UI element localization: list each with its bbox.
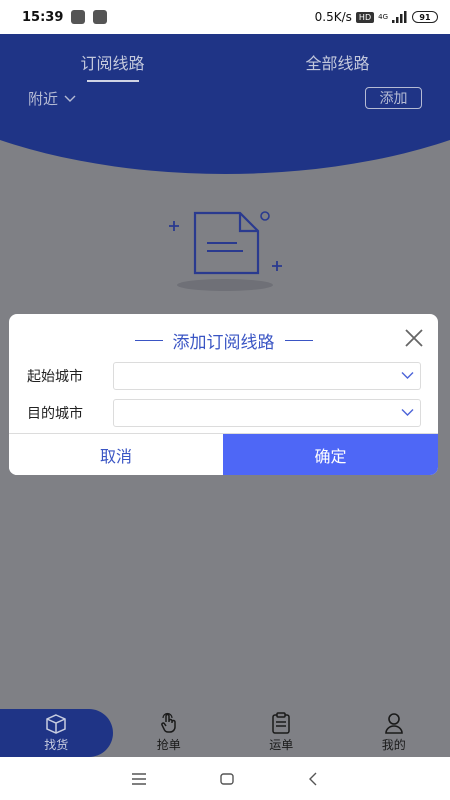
nearby-filter[interactable]: 附近 <box>28 88 76 109</box>
nav-item-find-cargo[interactable]: 找货 <box>0 709 113 757</box>
nav-label: 抢单 <box>156 738 181 752</box>
status-time: 15:39 <box>22 9 64 25</box>
box-icon <box>46 714 66 734</box>
nav-item-mine[interactable]: 我的 <box>338 709 450 757</box>
start-city-label: 起始城市 <box>27 369 83 385</box>
network-type: 4G <box>378 12 388 21</box>
status-bar: 15:39 0.5K/s HD 4G 91 <box>0 0 450 34</box>
home-icon[interactable] <box>220 772 234 785</box>
start-city-row: 起始城市 <box>27 362 421 390</box>
signal-icon <box>392 11 407 23</box>
nav-label: 找货 <box>44 738 69 752</box>
back-icon[interactable] <box>308 772 318 786</box>
empty-document-icon <box>169 211 282 291</box>
chevron-down-icon <box>64 95 76 102</box>
battery-icon: 91 <box>412 11 438 23</box>
cancel-button[interactable]: 取消 <box>9 434 223 475</box>
chevron-down-icon <box>401 372 414 379</box>
start-city-select[interactable] <box>113 362 421 390</box>
clipboard-icon <box>272 712 290 734</box>
download-icon <box>93 10 108 24</box>
add-subscription-dialog: 添加订阅线路 起始城市 目的城市 取消 确定 <box>9 314 438 475</box>
nav-item-grab-order[interactable]: 抢单 <box>113 709 226 757</box>
title-divider-left <box>134 339 163 342</box>
dialog-title-text: 添加订阅线路 <box>172 333 275 353</box>
nearby-label: 附近 <box>28 90 59 108</box>
nav-label: 运单 <box>269 738 294 752</box>
system-nav-bar <box>0 757 450 800</box>
destination-city-row: 目的城市 <box>27 399 421 427</box>
confirm-button[interactable]: 确定 <box>223 434 438 475</box>
tap-hand-icon <box>160 712 176 733</box>
menu-icon[interactable] <box>132 772 146 785</box>
destination-city-select[interactable] <box>113 399 421 427</box>
route-tabs: 订阅线路 全部线路 <box>0 50 450 80</box>
network-speed: 0.5K/s <box>314 10 352 24</box>
tab-subscribed-routes[interactable]: 订阅线路 <box>0 50 225 80</box>
dialog-title: 添加订阅线路 <box>9 328 438 353</box>
close-icon[interactable] <box>404 328 424 348</box>
bottom-nav: 找货 抢单 运单 我的 <box>0 709 450 757</box>
chevron-down-icon <box>401 409 414 416</box>
add-route-button[interactable]: 添加 <box>365 87 422 109</box>
nav-label: 我的 <box>381 738 406 752</box>
tab-all-routes[interactable]: 全部线路 <box>225 50 450 80</box>
dialog-actions: 取消 确定 <box>9 433 438 475</box>
nav-item-waybill[interactable]: 运单 <box>225 709 338 757</box>
notification-app-icon <box>71 10 86 24</box>
title-divider-right <box>284 339 313 342</box>
hd-badge: HD <box>355 11 375 23</box>
destination-city-label: 目的城市 <box>27 406 83 422</box>
user-icon <box>384 713 403 734</box>
header: 订阅线路 全部线路 附近 添加 <box>0 34 450 174</box>
